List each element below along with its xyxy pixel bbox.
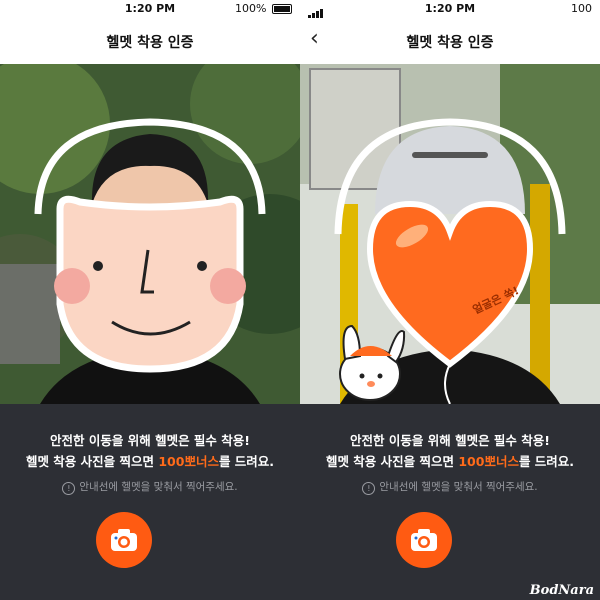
guide-hint-text: 안내선에 헬멧을 맞춰서 찍어주세요. [79, 481, 238, 493]
camera-capture-button[interactable] [96, 512, 152, 568]
instruction-line-1: 안전한 이동을 위해 헬멧은 필수 착용! [350, 433, 550, 448]
instruction-line-2-prefix: 헬멧 착용 사진을 찍으면 [25, 454, 159, 469]
instruction-line-1: 안전한 이동을 위해 헬멧은 필수 착용! [50, 433, 250, 448]
guide-hint: ! 안내선에 헬멧을 맞춰서 찍어주세요. [300, 479, 600, 495]
nav-bar: 헬멧 착용 인증 [0, 18, 300, 65]
status-bar: 1:20 PM 100% [0, 0, 300, 18]
info-icon: ! [62, 482, 76, 495]
battery-percent: 100% [235, 2, 267, 15]
battery-icon [272, 4, 292, 14]
guide-hint-text: 안내선에 헬멧을 맞춰서 찍어주세요. [379, 481, 538, 493]
camera-capture-button[interactable] [396, 512, 452, 568]
brand-logo: BodNara [529, 583, 594, 598]
bonus-highlight: 100뽀너스 [458, 454, 519, 469]
screen-left: 1:20 PM 100% 헬멧 착용 인증 안전한 이동을 위해 헬멧은 필수 … [0, 0, 300, 600]
page-title: 헬멧 착용 인증 [406, 35, 494, 51]
status-time: 1:20 PM [424, 2, 476, 15]
screen-right: 1:20 PM 100 ‹ 헬멧 착용 인증 얼굴은 쏙! 안전한 이동을 위해… [300, 0, 600, 600]
instruction-line-2: 헬멧 착용 사진을 찍으면 100뽀너스를 드려요. [300, 451, 600, 470]
battery-percent: 100 [571, 2, 592, 15]
camera-preview: 얼굴은 쏙! [300, 64, 600, 404]
instruction-line-2-suffix: 를 드려요. [518, 454, 575, 469]
instruction-panel: 안전한 이동을 위해 헬멧은 필수 착용! 헬멧 착용 사진을 찍으면 100뽀… [300, 404, 600, 600]
instruction-panel: 안전한 이동을 위해 헬멧은 필수 착용! 헬멧 착용 사진을 찍으면 100뽀… [0, 404, 300, 600]
camera-icon [411, 529, 437, 551]
nav-bar: ‹ 헬멧 착용 인증 [300, 18, 600, 65]
camera-icon [111, 529, 137, 551]
instruction-line-2-prefix: 헬멧 착용 사진을 찍으면 [325, 454, 459, 469]
bonus-highlight: 100뽀너스 [158, 454, 219, 469]
camera-preview [0, 64, 300, 404]
status-bar: 1:20 PM 100 [300, 0, 600, 18]
page-title: 헬멧 착용 인증 [106, 35, 194, 51]
battery-indicator: 100% [235, 2, 292, 15]
info-icon: ! [362, 482, 376, 495]
instruction-line-2: 헬멧 착용 사진을 찍으면 100뽀너스를 드려요. [0, 451, 300, 470]
battery-indicator: 100 [571, 2, 592, 15]
guide-hint: ! 안내선에 헬멧을 맞춰서 찍어주세요. [0, 479, 300, 495]
instruction-line-2-suffix: 를 드려요. [218, 454, 275, 469]
